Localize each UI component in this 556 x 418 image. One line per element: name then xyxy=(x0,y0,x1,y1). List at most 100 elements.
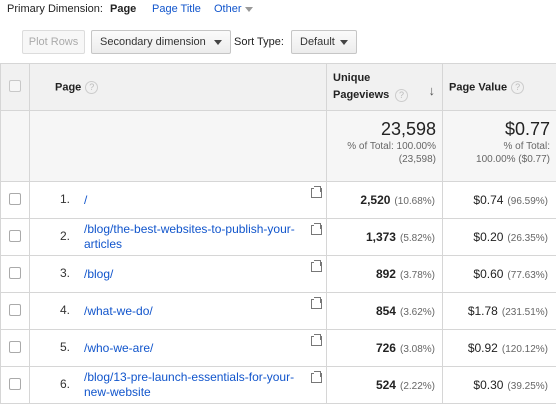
table-header-row: Page? Unique Pageviews? ↓ Page Value? xyxy=(0,63,556,111)
dimension-other-dropdown[interactable]: Other xyxy=(214,3,253,15)
page-column-header[interactable]: Page? xyxy=(29,63,327,111)
table-row: 4. /what-we-do/854 (3.62%) $1.78 (231.51%) xyxy=(0,292,556,330)
chevron-down-icon xyxy=(244,6,253,12)
unique-pageviews-cell: 892 (3.78%) xyxy=(326,255,443,293)
unique-pageviews-value: 854 xyxy=(375,304,396,318)
table-row: 1. / 2,520 (10.68%) $0.74 (96.59%) xyxy=(0,181,556,219)
unique-pageviews-cell: 726 (3.08%) xyxy=(326,329,443,367)
plot-rows-button[interactable]: Plot Rows xyxy=(22,30,85,54)
table-row: 6. /blog/13-pre-launch-essentials-for-you… xyxy=(0,366,556,404)
page-cell: 1. / xyxy=(29,181,327,219)
totals-empty-cell xyxy=(0,110,30,182)
secondary-dimension-dropdown[interactable]: Secondary dimension xyxy=(91,30,231,54)
page-link[interactable]: /blog/13-pre-launch-essentials-for-your-… xyxy=(84,370,320,400)
select-all-cell xyxy=(0,63,30,111)
unique-pageviews-value: 524 xyxy=(375,378,396,392)
totals-page-value: $0.77 % of Total: 100.00% ($0.77) xyxy=(442,110,556,182)
page-value-value: $1.78 xyxy=(467,304,498,318)
secondary-dimension-label: Secondary dimension xyxy=(100,36,206,48)
row-index: 5. xyxy=(59,340,70,355)
unique-pageviews-pct: (5.82%) xyxy=(399,233,435,244)
page-cell: 2. /blog/the-best-websites-to-publish-you… xyxy=(29,218,327,256)
sort-descending-icon: ↓ xyxy=(428,83,436,98)
table-row: 2. /blog/the-best-websites-to-publish-you… xyxy=(0,218,556,256)
row-index: 4. xyxy=(59,303,70,318)
row-checkbox[interactable] xyxy=(9,229,21,242)
row-index: 1. xyxy=(59,192,70,207)
primary-dimension-label: Primary Dimension: xyxy=(7,3,103,15)
page-cell: 3. /blog/ xyxy=(29,255,327,293)
data-table: Page? Unique Pageviews? ↓ Page Value? 23,… xyxy=(0,63,556,404)
page-value-cell: $0.92 (120.12%) xyxy=(442,329,556,367)
external-link-icon[interactable] xyxy=(311,260,322,272)
total-unique-pageviews: 23,598 xyxy=(380,119,436,139)
total-page-value-pct: % of Total: xyxy=(503,141,550,152)
unique-pageviews-pct: (2.22%) xyxy=(399,381,435,392)
page-cell: 6. /blog/13-pre-launch-essentials-for-you… xyxy=(29,366,327,404)
sort-type-value: Default xyxy=(300,36,335,48)
row-select-cell xyxy=(0,366,30,404)
row-checkbox[interactable] xyxy=(9,266,21,279)
unique-pageviews-pct: (3.62%) xyxy=(399,307,435,318)
unique-pageviews-value: 2,520 xyxy=(360,193,391,207)
page-value-cell: $0.74 (96.59%) xyxy=(442,181,556,219)
page-link[interactable]: /who-we-are/ xyxy=(84,341,320,356)
unique-pageviews-value: 892 xyxy=(375,267,396,281)
dimension-page-title-link[interactable]: Page Title xyxy=(152,3,201,15)
page-value-pct: (39.25%) xyxy=(507,381,548,392)
sort-type-dropdown[interactable]: Default xyxy=(291,30,357,54)
page-value-cell: $0.30 (39.25%) xyxy=(442,366,556,404)
help-icon[interactable]: ? xyxy=(85,80,99,94)
external-link-icon[interactable] xyxy=(311,297,322,309)
page-link[interactable]: /blog/ xyxy=(84,267,320,282)
page-value-value: $0.60 xyxy=(473,267,504,281)
page-link[interactable]: /blog/the-best-websites-to-publish-your-… xyxy=(84,222,320,252)
row-select-cell xyxy=(0,181,30,219)
total-page-value: $0.77 xyxy=(504,119,550,139)
row-checkbox[interactable] xyxy=(9,303,21,316)
unique-pageviews-cell: 1,373 (5.82%) xyxy=(326,218,443,256)
totals-unique-pageviews: 23,598 % of Total: 100.00% (23,598) xyxy=(326,110,443,182)
row-select-cell xyxy=(0,329,30,367)
page-value-value: $0.74 xyxy=(473,193,504,207)
unique-pageviews-pct: (3.08%) xyxy=(399,344,435,355)
unique-pageviews-value: 726 xyxy=(375,341,396,355)
page-link[interactable]: / xyxy=(84,193,320,208)
primary-dimension-bar: Primary Dimension: Page Page Title Other xyxy=(0,0,556,20)
row-checkbox[interactable] xyxy=(9,340,21,353)
sort-type-label: Sort Type: xyxy=(234,36,284,48)
totals-empty-cell xyxy=(29,110,327,182)
help-icon[interactable]: ? xyxy=(395,89,408,102)
page-link[interactable]: /what-we-do/ xyxy=(84,304,320,319)
row-checkbox[interactable] xyxy=(9,192,21,205)
chevron-down-icon xyxy=(214,40,222,45)
row-select-cell xyxy=(0,292,30,330)
row-checkbox[interactable] xyxy=(9,377,21,390)
page-value-header-label: Page Value xyxy=(449,80,508,93)
select-all-checkbox[interactable] xyxy=(9,79,21,92)
page-value-cell: $0.60 (77.63%) xyxy=(442,255,556,293)
page-value-value: $0.30 xyxy=(473,378,504,392)
page-value-column-header[interactable]: Page Value? xyxy=(442,63,556,111)
external-link-icon[interactable] xyxy=(311,223,322,235)
unique-pageviews-cell: 524 (2.22%) xyxy=(326,366,443,404)
page-value-pct: (120.12%) xyxy=(501,344,548,355)
unique-pageviews-header-label: Unique Pageviews xyxy=(333,72,390,101)
page-value-pct: (77.63%) xyxy=(507,270,548,281)
row-select-cell xyxy=(0,255,30,293)
page-value-cell: $1.78 (231.51%) xyxy=(442,292,556,330)
totals-row: 23,598 % of Total: 100.00% (23,598) $0.7… xyxy=(0,110,556,182)
external-link-icon[interactable] xyxy=(311,186,322,198)
page-value-cell: $0.20 (26.35%) xyxy=(442,218,556,256)
help-icon[interactable]: ? xyxy=(511,80,525,94)
external-link-icon[interactable] xyxy=(311,371,322,383)
row-index: 2. xyxy=(59,229,70,244)
page-header-label: Page xyxy=(55,80,82,93)
external-link-icon[interactable] xyxy=(311,334,322,346)
dimension-page-active[interactable]: Page xyxy=(110,3,136,15)
page-cell: 4. /what-we-do/ xyxy=(29,292,327,330)
unique-pageviews-cell: 2,520 (10.68%) xyxy=(326,181,443,219)
page-value-pct: (26.35%) xyxy=(507,233,548,244)
unique-pageviews-column-header[interactable]: Unique Pageviews? ↓ xyxy=(326,63,443,111)
page-value-value: $0.92 xyxy=(467,341,498,355)
